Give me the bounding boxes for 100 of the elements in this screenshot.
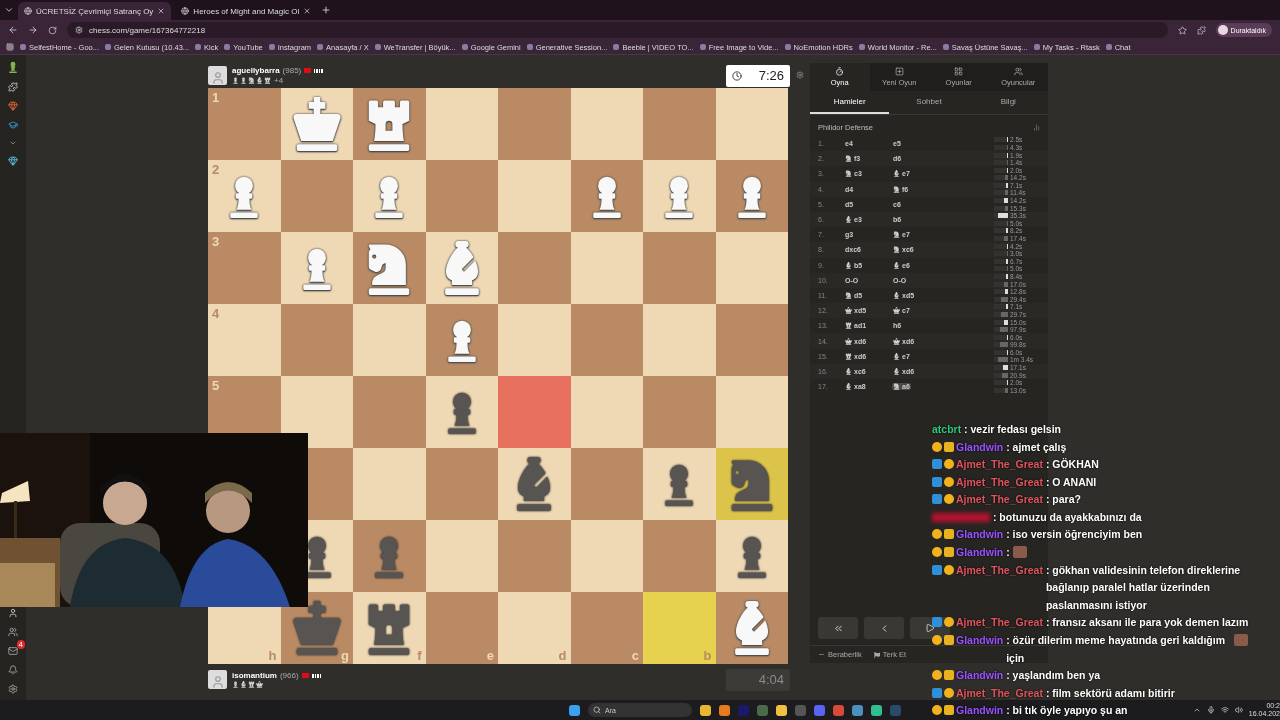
rank-label: 2 bbox=[212, 162, 220, 177]
chat-username[interactable]: Glandwin bbox=[956, 440, 1004, 453]
chat-username[interactable]: Ajmet_The_Great bbox=[956, 563, 1043, 576]
chat-message: : iso versin öğrenciyim ben bbox=[1006, 527, 1143, 543]
chat-username[interactable]: Ajmet_The_Great bbox=[956, 458, 1043, 471]
bishop-icon bbox=[845, 367, 852, 375]
grid-icon bbox=[954, 67, 964, 76]
chart-icon[interactable] bbox=[1033, 124, 1040, 131]
chat-username[interactable]: Glandwin bbox=[956, 546, 1004, 559]
chat-username[interactable]: Glandwin bbox=[956, 704, 1004, 717]
close-icon[interactable] bbox=[303, 7, 312, 15]
close-icon[interactable] bbox=[157, 7, 166, 15]
signal-icon bbox=[314, 68, 325, 73]
chat-message: : fransız aksanı ile para yok demen lazım bbox=[1045, 615, 1249, 631]
knight-icon bbox=[893, 246, 900, 254]
file-label: b bbox=[703, 648, 712, 663]
apps-icon[interactable] bbox=[6, 43, 14, 51]
extensions-icon[interactable] bbox=[1196, 25, 1206, 35]
app-icon[interactable] bbox=[719, 704, 730, 716]
reload-icon[interactable] bbox=[48, 25, 57, 35]
chat-username[interactable]: Ajmet_The_Great bbox=[956, 616, 1043, 629]
bishop-icon bbox=[893, 291, 900, 299]
chat-message: : gökhan validesinin telefon direklerine bağlanıp paralel hatlar üzerinden paslanmasını istiyor bbox=[1045, 562, 1242, 613]
flag-icon bbox=[301, 673, 309, 678]
bell-icon[interactable] bbox=[8, 665, 18, 675]
material-advantage: +4 bbox=[274, 76, 284, 85]
new-tab-icon[interactable] bbox=[321, 5, 332, 15]
file-label: g bbox=[341, 648, 349, 663]
file-label: f bbox=[417, 648, 422, 663]
queen-icon bbox=[893, 307, 900, 315]
chat-message: : ajmet çalış bbox=[1006, 439, 1067, 455]
chat-message: : vezir fedası gelsin bbox=[964, 421, 1061, 437]
forward-icon[interactable] bbox=[28, 25, 38, 35]
play-icon bbox=[925, 623, 935, 633]
knight-icon bbox=[893, 231, 900, 239]
bishop-icon bbox=[893, 352, 900, 360]
mail-icon[interactable] bbox=[8, 646, 18, 656]
file-label: e bbox=[486, 648, 494, 663]
player-rating: (985) bbox=[282, 66, 302, 75]
tab[interactable]: Sohbet bbox=[889, 91, 969, 114]
chat-message: : GÖKHAN bbox=[1045, 457, 1099, 473]
knight-icon bbox=[845, 291, 852, 299]
player-rating: (966) bbox=[279, 671, 299, 680]
chat-message: : özür dilerim meme hayatında geri kaldığım için bbox=[1006, 633, 1226, 666]
chat-username[interactable]: Glandwin bbox=[956, 528, 1004, 541]
bishop-icon bbox=[845, 261, 852, 269]
gem-icon[interactable] bbox=[8, 101, 18, 111]
bishop-icon bbox=[893, 170, 900, 178]
notification-badge: 4 bbox=[16, 640, 25, 649]
friends-icon[interactable] bbox=[8, 627, 18, 637]
settings-icon[interactable] bbox=[796, 71, 804, 79]
tab[interactable]: Hamleler bbox=[810, 91, 890, 114]
knight-icon bbox=[893, 383, 900, 391]
player-name[interactable]: aguellybarra bbox=[232, 66, 280, 75]
file-label: h bbox=[268, 648, 277, 663]
address-bar[interactable]: chess.com/game/167364772218 bbox=[67, 22, 1168, 38]
bishop-icon bbox=[893, 261, 900, 269]
bishop-icon bbox=[893, 367, 900, 375]
flag-icon bbox=[304, 68, 312, 73]
chat-username[interactable]: Glandwin bbox=[956, 634, 1004, 647]
rank-label: 3 bbox=[212, 234, 220, 249]
microphone-icon[interactable] bbox=[1206, 706, 1215, 714]
app-icon[interactable] bbox=[833, 704, 844, 716]
chat-username[interactable]: Ajmet_The_Great bbox=[956, 475, 1043, 488]
chat-message: : yaşlandım ben ya bbox=[1006, 668, 1101, 684]
queen-icon bbox=[845, 307, 852, 315]
knight-icon bbox=[845, 155, 852, 163]
tray-chevron-icon[interactable] bbox=[1192, 706, 1201, 714]
tab-list-icon[interactable] bbox=[4, 5, 14, 15]
app-icon[interactable] bbox=[871, 704, 882, 716]
chat-username[interactable]: Ajmet_The_Great bbox=[956, 493, 1043, 506]
chat-username[interactable]: atcbrt bbox=[932, 422, 962, 435]
bookmark-icon[interactable] bbox=[1177, 25, 1187, 35]
rook-icon bbox=[845, 322, 852, 330]
flag-icon bbox=[873, 651, 880, 658]
diamond-icon[interactable] bbox=[8, 156, 18, 166]
file-label: c bbox=[631, 648, 639, 663]
chat-message: : bbox=[1006, 545, 1010, 561]
player-name[interactable]: isomantium bbox=[232, 671, 277, 680]
settings-icon[interactable] bbox=[8, 684, 18, 694]
network-icon[interactable] bbox=[1220, 706, 1229, 714]
signal-icon bbox=[311, 673, 322, 678]
pawn-logo-icon[interactable] bbox=[7, 61, 19, 73]
tab[interactable]: Bilgi bbox=[968, 91, 1048, 114]
profile-icon[interactable] bbox=[8, 608, 18, 618]
browser-tab[interactable]: Heroes of Might and Magic Ol bbox=[175, 2, 318, 20]
chevron-icon[interactable] bbox=[9, 139, 17, 147]
app-icon[interactable] bbox=[700, 704, 711, 716]
puzzle-icon[interactable] bbox=[8, 82, 18, 92]
back-icon[interactable] bbox=[8, 25, 18, 35]
app-icon[interactable] bbox=[852, 704, 863, 716]
site-settings-icon[interactable] bbox=[75, 26, 83, 34]
volume-icon[interactable] bbox=[1234, 706, 1243, 714]
file-label: d bbox=[558, 648, 567, 663]
rook-icon bbox=[845, 352, 852, 360]
knight-icon bbox=[893, 185, 900, 193]
browser-tab[interactable]: ÜCRETSİZ Çevrimiçi Satranç Oy bbox=[18, 2, 172, 20]
queen-icon bbox=[845, 337, 852, 345]
chat-username[interactable]: Ajmet_The_Great bbox=[956, 686, 1043, 699]
graduation-cap-icon[interactable] bbox=[8, 120, 18, 130]
